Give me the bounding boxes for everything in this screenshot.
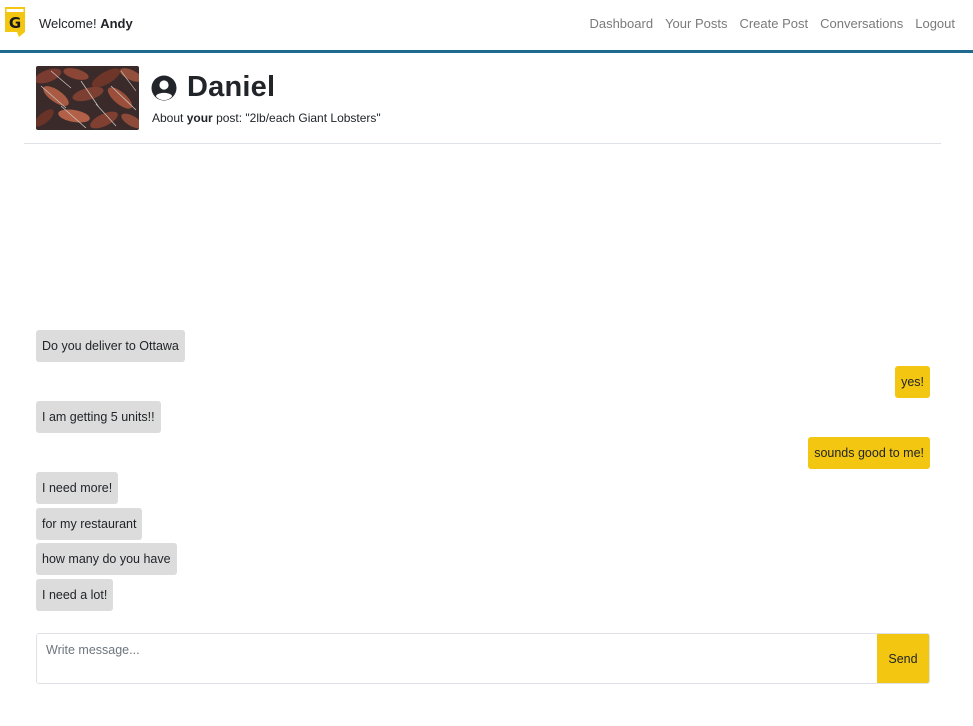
nav-link-create-post[interactable]: Create Post: [739, 16, 808, 31]
message-bubble-incoming: I need a lot!: [36, 579, 114, 611]
nav-link-your-posts[interactable]: Your Posts: [665, 16, 727, 31]
message-bubble-incoming: Do you deliver to Ottawa: [36, 330, 185, 362]
conversation-header: Daniel About your post: "2lb/each Giant …: [24, 53, 941, 144]
welcome-prefix: Welcome!: [39, 16, 97, 31]
about-prefix: About: [152, 111, 184, 125]
message-bubble-outgoing: yes!: [895, 366, 930, 398]
brand-logo[interactable]: G: [4, 7, 26, 37]
post-thumbnail[interactable]: [36, 66, 139, 130]
user-circle-icon: [151, 75, 177, 100]
nav-link-logout[interactable]: Logout: [915, 16, 955, 31]
about-post-line: About your post: "2lb/each Giant Lobster…: [152, 111, 381, 125]
username: Andy: [100, 16, 133, 31]
contact-name: Daniel: [187, 71, 276, 103]
message-bubble-outgoing: sounds good to me!: [808, 437, 930, 469]
about-owner: your: [186, 111, 213, 125]
nav-links: Dashboard Your Posts Create Post Convers…: [589, 16, 955, 31]
message-composer: Send: [36, 633, 930, 684]
about-middle: post:: [216, 111, 243, 125]
nav-link-dashboard[interactable]: Dashboard: [589, 16, 653, 31]
send-button[interactable]: Send: [877, 634, 929, 683]
welcome-message: Welcome! Andy: [39, 16, 133, 31]
message-bubble-incoming: I need more!: [36, 472, 119, 504]
message-bubble-incoming: for my restaurant: [36, 508, 143, 540]
contact-row: Daniel: [151, 71, 275, 104]
message-bubble-incoming: how many do you have: [36, 543, 177, 575]
nav-link-conversations[interactable]: Conversations: [820, 16, 903, 31]
top-navbar: G Welcome! Andy Dashboard Your Posts Cre…: [0, 0, 973, 53]
message-bubble-incoming: I am getting 5 units!!: [36, 401, 161, 433]
message-input[interactable]: [37, 634, 877, 683]
post-title: "2lb/each Giant Lobsters": [245, 111, 381, 125]
logo-letter: G: [9, 14, 21, 32]
